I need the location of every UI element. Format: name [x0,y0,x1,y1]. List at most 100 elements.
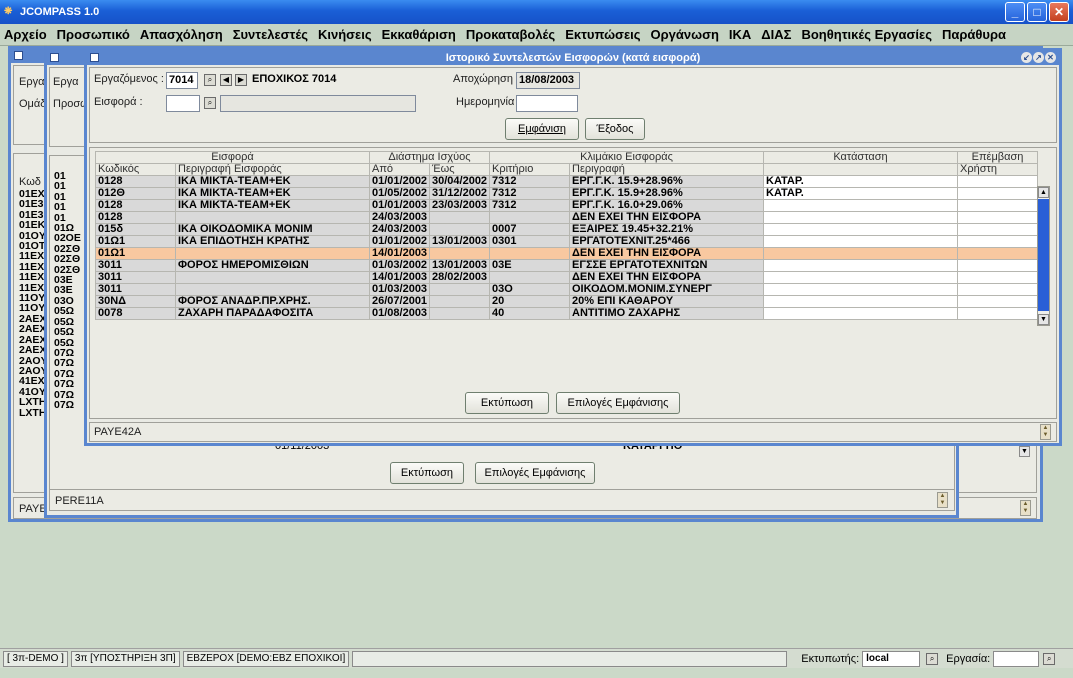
cell-kdesc: ΔΕΝ ΕΧΕΙ ΤΗΝ ΕΙΣΦΟΡΑ [569,247,764,260]
window-title: Ιστορικό Συντελεστών Εισφορών (κατά εισφ… [87,51,1059,65]
menu-item[interactable]: Αρχείο [4,27,47,42]
table-row[interactable]: 0078 ΖΑΧΑΡΗ ΠΑΡΑΔΑΦΟΣΙΤΑ 01/08/2003 40 ΑΝΤΙΤ… [95,307,1038,320]
cell-kdesc: ΕΡΓ.Γ.Κ. 16.0+29.06% [569,199,764,212]
cell-code: 0128 [95,199,176,212]
column-header[interactable]: Έως [429,163,490,176]
employee-code-field[interactable]: 7014 [166,72,198,89]
menu-item[interactable]: Προσωπικό [57,27,130,42]
menu-item[interactable]: Βοηθητικές Εργασίες [801,27,932,42]
cell-code: 3011 [95,271,176,284]
group-header: Κατάσταση [763,151,958,164]
table-row[interactable]: 0128 ΙΚΑ ΜΙΚΤΑ-ΤΕΑΜ+ΕΚ 01/01/2002 30/04/200… [95,175,1038,188]
cell-state [763,199,958,212]
menu-item[interactable]: ΔΙΑΣ [761,27,791,42]
cell-from: 24/03/2003 [369,211,430,224]
table-row[interactable]: 3011 14/01/2003 28/02/2003 ΔΕΝ ΕΧΕΙ ΤΗΝ ΕΙΣ… [95,271,1038,284]
column-header[interactable]: Περιγραφή [569,163,764,176]
scroll-down-icon[interactable]: ▼ [1038,314,1049,325]
prev-arrow-icon[interactable]: ◀ [220,74,232,86]
cell-crit: 0301 [489,235,570,248]
display-options-button[interactable]: Επιλογές Εμφάνισης [556,392,680,414]
table-row[interactable]: 015δ ΙΚΑ ΟΙΚΟΔΟΜΙΚΑ ΜΟΝΙΜ 24/03/2003 0007 ΕΞ… [95,223,1038,236]
column-header[interactable] [763,163,958,176]
contribution-field[interactable] [166,95,200,112]
cell-crit: 7312 [489,187,570,200]
scroll-thumb[interactable] [1038,199,1049,311]
column-header[interactable]: Κωδικός [95,163,176,176]
status-job: ΕΒΖΕΡΟΧ [DEMO:ΕΒΖ ΕΠΟΧΙΚΟΙ] [182,650,350,667]
cell-crit: 40 [489,307,570,320]
cell-user [957,307,1038,320]
binoculars-icon[interactable]: ⌕ [1043,652,1056,665]
cell-kdesc: ΑΝΤΙΤΙΜΟ ΖΑΧΑΡΗΣ [569,307,764,320]
column-header[interactable]: Κριτήριο [489,163,570,176]
menu-item[interactable]: Κινήσεις [318,27,372,42]
table-row[interactable]: 012Θ ΙΚΑ ΜΙΚΤΑ-ΤΕΑΜ+ΕΚ 01/05/2002 31/12/200… [95,187,1038,200]
table-row[interactable]: 01Ω1 14/01/2003 ΔΕΝ ΕΧΕΙ ΤΗΝ ΕΙΣΦΟΡΑ [95,247,1038,260]
screen-spinner[interactable]: ▲ ▼ [1040,424,1051,440]
maximize-button[interactable]: □ [1027,2,1047,22]
table-row[interactable]: 0128 ΙΚΑ ΜΙΚΤΑ-ΤΕΑΜ+ΕΚ 01/01/2003 23/03/200… [95,199,1038,212]
departure-label: Αποχώρηση : [453,73,520,85]
table-row[interactable]: 01Ω1 ΙΚΑ ΕΠΙΔΟΤΗΣΗ ΚΡΑΤΗΣ 01/01/2002 13/01/… [95,235,1038,248]
show-button[interactable]: Εμφάνιση [505,118,579,140]
column-header[interactable]: Από [369,163,430,176]
minimize-button[interactable]: _ [1005,2,1025,22]
cell-code: 30ΝΔ [95,295,176,308]
menu-item[interactable]: Εκκαθάριση [382,27,456,42]
column-header[interactable]: Περιγραφή Εισφοράς [175,163,370,176]
contribution-table: Εισφορά Διάστημα Ισχύος Κλιμάκιο Εισφοράς Κ… [95,151,1038,320]
cell-user [957,175,1038,188]
cell-user [957,187,1038,200]
exit-button[interactable]: Έξοδος [585,118,645,140]
column-header[interactable]: Χρήστη [957,163,1038,176]
menu-item[interactable]: Εκτυπώσεις [565,27,640,42]
cell-desc: ΙΚΑ ΟΙΚΟΔΟΜΙΚΑ ΜΟΝΙΜ [175,223,370,236]
close-icon[interactable]: ✕ [1045,52,1056,63]
employee-name: ΕΠΟΧΙΚΟΣ 7014 [252,73,337,85]
employee-label: Εργαζόμενος : [94,73,164,85]
back1-options-button[interactable]: Επιλογές Εμφάνισης [475,462,595,484]
cell-state: ΚΑΤΑΡ. [763,187,958,200]
table-row[interactable]: 0128 24/03/2003 ΔΕΝ ΕΧΕΙ ΤΗΝ ΕΙΣΦΟΡΑ [95,211,1038,224]
table-row[interactable]: 3011 ΦΟΡΟΣ ΗΜΕΡΟΜΙΣΘΙΩΝ 01/03/2002 13/01/20… [95,259,1038,272]
contribution-label: Εισφορά : [94,96,143,108]
menu-item[interactable]: Παράθυρα [942,27,1006,42]
next-arrow-icon[interactable]: ▶ [235,74,247,86]
cell-to: 30/04/2002 [429,175,490,188]
menu-item[interactable]: Συντελεστές [233,27,308,42]
status-empty [352,650,788,667]
printer-field[interactable]: local [862,650,921,667]
binoculars-icon[interactable]: ⌕ [926,652,939,665]
table-row[interactable]: 30ΝΔ ΦΟΡΟΣ ΑΝΑΔΡ.ΠΡ.ΧΡΗΣ. 26/07/2001 20 20% … [95,295,1038,308]
back1-print-button[interactable]: Εκτύπωση [390,462,464,484]
back2-spinner[interactable]: ▲ ▼ [1020,500,1031,516]
cell-to [429,211,490,224]
menu-item[interactable]: Απασχόληση [140,27,223,42]
binoculars-icon[interactable]: ⌕ [204,74,216,86]
menu-item[interactable]: Οργάνωση [650,27,718,42]
scroll-up-icon[interactable]: ▲ [1038,187,1049,198]
print-button[interactable]: Εκτύπωση [465,392,549,414]
cell-from: 14/01/2003 [369,271,430,284]
menu-item[interactable]: ΙΚΑ [729,27,751,42]
back1-spinner[interactable]: ▲ ▼ [937,492,948,508]
cell-to: 13/01/2003 [429,235,490,248]
cell-from: 26/07/2001 [369,295,430,308]
close-button[interactable]: ✕ [1049,2,1069,22]
job-field[interactable] [993,650,1040,667]
app-title: JCOMPASS 1.0 [20,6,100,18]
binoculars-icon[interactable]: ⌕ [204,97,216,109]
maximize-icon[interactable]: ↗ [1033,52,1044,63]
menu-item[interactable]: Προκαταβολές [466,27,555,42]
back2-scroll[interactable]: ▼ [1019,446,1032,457]
table-scrollbar[interactable]: ▲ ▼ [1037,186,1050,326]
table-row[interactable]: 3011 01/03/2003 03O ΟΙΚΟΔΟΜ.ΜΟΝΙΜ.ΣΥΝΕΡΓ [95,283,1038,296]
restore-icon[interactable]: ↙ [1021,52,1032,63]
cell-code: 0128 [95,211,176,224]
cell-code: 015δ [95,223,176,236]
cell-state: ΚΑΤΑΡ. [763,175,958,188]
cell-desc [175,271,370,284]
date-field[interactable] [516,95,578,112]
filter-panel: Εργαζόμενος : 7014 ⌕ ◀ ▶ ΕΠΟΧΙΚΟΣ 7014 Α… [89,67,1057,143]
